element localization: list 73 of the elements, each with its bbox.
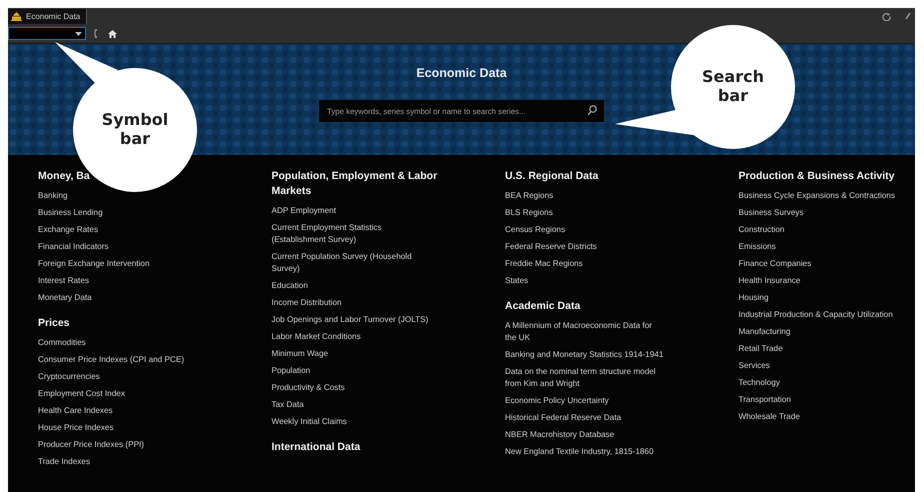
category-link[interactable]: Federal Reserve Districts: [505, 238, 597, 255]
callout-label: Symbol bar: [100, 110, 170, 148]
callout-label: Search bar: [701, 67, 765, 105]
capitol-building-icon: [11, 11, 22, 21]
category-link[interactable]: Weekly Initial Claims: [272, 413, 347, 430]
symbol-field[interactable]: [8, 27, 86, 40]
category-heading: Population, Employment & Labor Markets: [272, 169, 438, 199]
category-heading: Money, Ba: [38, 169, 90, 184]
category-link[interactable]: Housing: [738, 289, 769, 306]
category-heading: Prices: [38, 316, 70, 331]
category-link[interactable]: Interest Rates: [38, 272, 89, 289]
category-link[interactable]: ADP Employment: [272, 202, 336, 219]
category-link[interactable]: Cryptocurrencies: [38, 368, 100, 385]
category-link[interactable]: Wholesale Trade: [738, 408, 800, 425]
category-link[interactable]: NBER Macrohistory Database: [505, 426, 614, 443]
category-link[interactable]: Trade Indexes: [38, 453, 90, 470]
category-link[interactable]: Health Insurance: [738, 272, 800, 289]
page-title: Economic Data: [416, 66, 507, 80]
dropdown-caret-icon[interactable]: [75, 32, 82, 36]
category-link[interactable]: Data on the nominal term structure model from Kim and Wright: [505, 363, 665, 392]
category-link[interactable]: House Price Indexes: [38, 419, 114, 436]
category-link[interactable]: Manufacturing: [738, 323, 790, 340]
category-link[interactable]: Business Surveys: [738, 204, 804, 221]
window-tab[interactable]: Economic Data: [8, 8, 88, 24]
category-link[interactable]: Banking and Monetary Statistics 1914-1941: [505, 346, 664, 363]
refresh-icon[interactable]: [882, 12, 891, 20]
category-link[interactable]: Tax Data: [272, 396, 304, 413]
category-link[interactable]: Current Employment Statistics (Establishment Survey): [272, 219, 432, 248]
category-link[interactable]: Finance Companies: [738, 255, 812, 272]
category-link[interactable]: New England Textile Industry, 1815-1860: [505, 443, 654, 460]
category-link[interactable]: Exchange Rates: [38, 221, 98, 238]
category-link[interactable]: BEA Regions: [505, 187, 554, 204]
category-link[interactable]: Economic Policy Uncertainty: [505, 392, 609, 409]
tab-title: Economic Data: [26, 12, 80, 20]
category-link[interactable]: Income Distribution: [272, 294, 342, 311]
category-link[interactable]: Job Openings and Labor Turnover (JOLTS): [272, 311, 428, 328]
category-link[interactable]: Business Cycle Expansions & Contractions: [738, 187, 896, 204]
category-link[interactable]: Business Lending: [38, 204, 103, 221]
category-link[interactable]: Foreign Exchange Intervention: [38, 255, 150, 272]
home-icon[interactable]: [108, 30, 117, 38]
category-link[interactable]: Financial Indicators: [38, 238, 109, 255]
category-link[interactable]: Technology: [738, 374, 780, 391]
category-link[interactable]: Minimum Wage: [272, 345, 328, 362]
category-link[interactable]: Health Care Indexes: [38, 402, 113, 419]
category-link[interactable]: Industrial Production & Capacity Utilization: [738, 306, 893, 323]
search-icon[interactable]: [587, 105, 597, 116]
category-link[interactable]: Construction: [738, 221, 784, 238]
category-link[interactable]: Consumer Price Indexes (CPI and PCE): [38, 351, 184, 368]
category-link[interactable]: Employment Cost Index: [38, 385, 125, 402]
category-link[interactable]: Census Regions: [505, 221, 566, 238]
category-link[interactable]: Commodities: [38, 334, 86, 351]
category-heading: U.S. Regional Data: [505, 169, 598, 184]
category-link[interactable]: BLS Regions: [505, 204, 553, 221]
category-link[interactable]: Emissions: [738, 238, 776, 255]
category-link[interactable]: States: [505, 272, 528, 289]
category-link[interactable]: Producer Price Indexes (PPI): [38, 436, 144, 453]
category-link[interactable]: Education: [272, 277, 308, 294]
category-link[interactable]: Population: [272, 362, 310, 379]
phone-icon[interactable]: [94, 28, 100, 39]
category-link[interactable]: Monetary Data: [38, 289, 92, 306]
category-link[interactable]: Labor Market Conditions: [272, 328, 361, 345]
category-link[interactable]: Freddie Mac Regions: [505, 255, 583, 272]
category-link[interactable]: Productivity & Costs: [272, 379, 345, 396]
category-link[interactable]: Services: [738, 357, 770, 374]
category-heading: Academic Data: [505, 299, 580, 314]
category-link[interactable]: A Millennium of Macroeconomic Data for the UK: [505, 317, 665, 346]
category-heading: International Data: [272, 440, 360, 455]
category-link[interactable]: Retail Trade: [738, 340, 783, 357]
category-link[interactable]: Current Population Survey (Household Survey): [272, 248, 432, 277]
category-link[interactable]: Historical Federal Reserve Data: [505, 409, 622, 426]
category-link[interactable]: Banking: [38, 187, 68, 204]
category-link[interactable]: Transportation: [738, 391, 791, 408]
category-heading: Production & Business Activity: [738, 169, 894, 184]
